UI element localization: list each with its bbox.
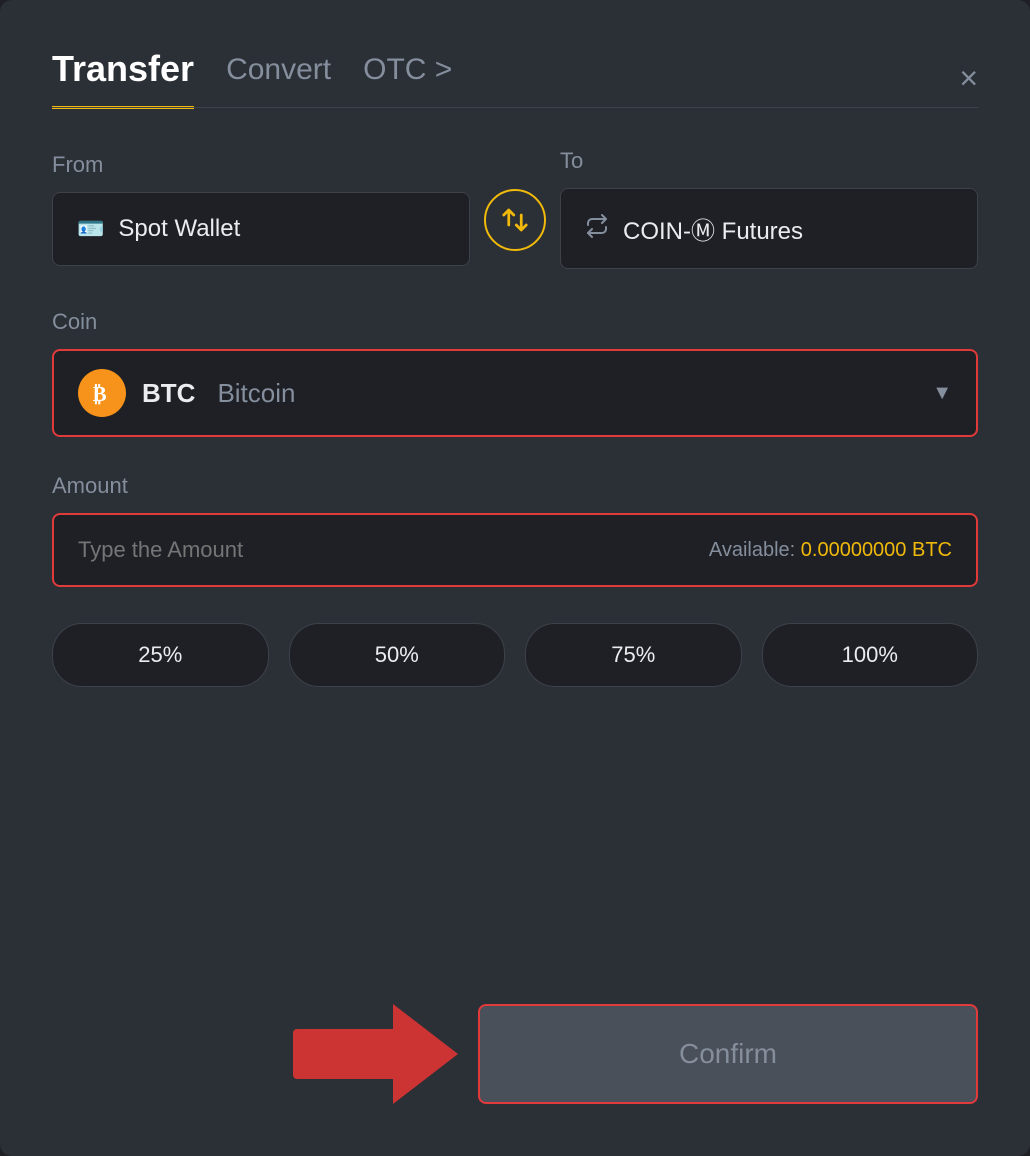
btc-icon: ₿ — [78, 369, 126, 417]
amount-label: Amount — [52, 473, 978, 499]
swap-button[interactable] — [484, 189, 546, 251]
arrow-container — [293, 1004, 458, 1104]
tab-transfer[interactable]: Transfer — [52, 48, 194, 109]
modal-header: Transfer Convert OTC > × — [52, 48, 978, 107]
from-label: From — [52, 152, 470, 178]
available-text: Available: 0.00000000 BTC — [709, 539, 952, 562]
percent-row: 25% 50% 75% 100% — [52, 623, 978, 687]
from-col: From 🪪 Spot Wallet — [52, 152, 470, 266]
coin-full-name: Bitcoin — [217, 378, 295, 409]
from-to-row: From 🪪 Spot Wallet To — [52, 148, 978, 269]
futures-icon — [585, 214, 609, 244]
percent-25-button[interactable]: 25% — [52, 623, 269, 687]
from-wallet-selector[interactable]: 🪪 Spot Wallet — [52, 192, 470, 266]
coin-symbol: BTC — [142, 378, 195, 409]
amount-box: Available: 0.00000000 BTC — [52, 513, 978, 587]
to-label: To — [560, 148, 978, 174]
confirm-row: Confirm — [52, 1004, 978, 1104]
transfer-modal: Transfer Convert OTC > × From 🪪 Spot Wal… — [0, 0, 1030, 1156]
percent-75-button[interactable]: 75% — [525, 623, 742, 687]
svg-text:₿: ₿ — [93, 382, 107, 406]
swap-btn-wrapper — [470, 189, 560, 251]
red-arrow — [293, 1004, 458, 1104]
header-divider — [52, 107, 978, 108]
chevron-down-icon: ▼ — [932, 382, 952, 405]
close-button[interactable]: × — [959, 62, 978, 94]
coin-selector[interactable]: ₿ BTC Bitcoin ▼ — [52, 349, 978, 437]
tab-convert[interactable]: Convert — [226, 53, 331, 103]
percent-50-button[interactable]: 50% — [289, 623, 506, 687]
to-wallet-selector[interactable]: COIN-Ⓜ Futures — [560, 188, 978, 269]
to-col: To COIN-Ⓜ Futures — [560, 148, 978, 269]
confirm-button[interactable]: Confirm — [478, 1004, 978, 1104]
amount-input[interactable] — [78, 537, 709, 563]
from-wallet-text: Spot Wallet — [118, 215, 240, 243]
coin-label: Coin — [52, 309, 978, 335]
available-value: 0.00000000 BTC — [801, 539, 952, 561]
amount-section: Amount Available: 0.00000000 BTC — [52, 473, 978, 587]
percent-100-button[interactable]: 100% — [762, 623, 979, 687]
wallet-card-icon: 🪪 — [77, 216, 104, 242]
tab-otc[interactable]: OTC > — [363, 53, 452, 103]
to-wallet-text: COIN-Ⓜ Futures — [623, 211, 803, 246]
coin-section: Coin ₿ BTC Bitcoin ▼ — [52, 309, 978, 437]
